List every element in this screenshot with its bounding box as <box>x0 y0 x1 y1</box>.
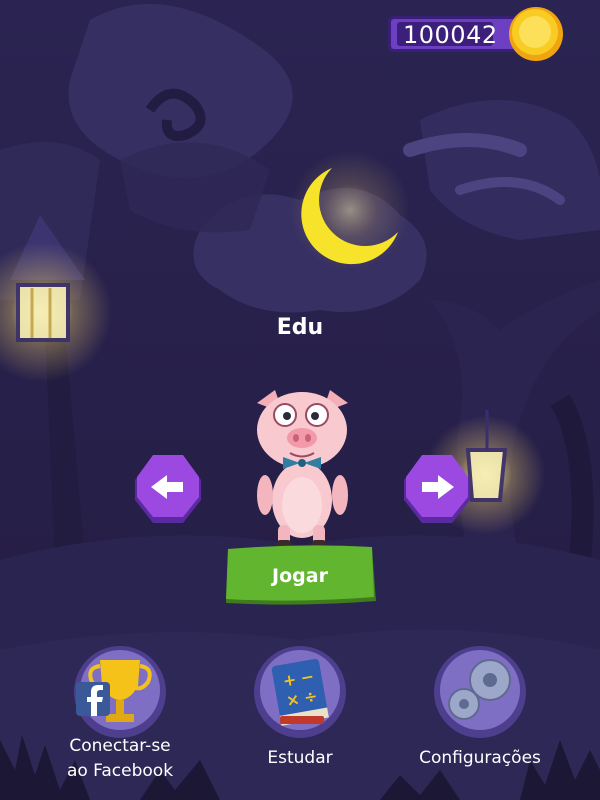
study-button[interactable]: + − × ÷ <box>250 642 350 742</box>
previous-character-button[interactable] <box>133 455 203 525</box>
gears-icon <box>434 646 526 738</box>
coin-counter: 100042 <box>388 16 518 52</box>
facebook-label-line2: ao Facebook <box>66 761 174 781</box>
trophy-facebook-icon <box>74 646 166 738</box>
facebook-label-line1: Conectar-se <box>69 736 171 756</box>
settings-button[interactable] <box>430 642 530 742</box>
play-button[interactable]: Jogar <box>222 545 378 611</box>
facebook-connect-label: Conectar-se ao Facebook <box>45 734 195 784</box>
study-label: Estudar <box>267 748 333 768</box>
play-button-label: Jogar <box>272 565 328 587</box>
coin-count: 100042 <box>403 21 498 49</box>
coin-icon <box>509 7 563 61</box>
next-character-button[interactable] <box>402 455 472 525</box>
math-book-icon: + − × ÷ <box>254 646 346 738</box>
character-name: Edu <box>276 315 324 340</box>
pig-character <box>257 390 348 548</box>
facebook-connect-button[interactable] <box>70 642 170 742</box>
settings-label: Configurações <box>419 748 541 768</box>
